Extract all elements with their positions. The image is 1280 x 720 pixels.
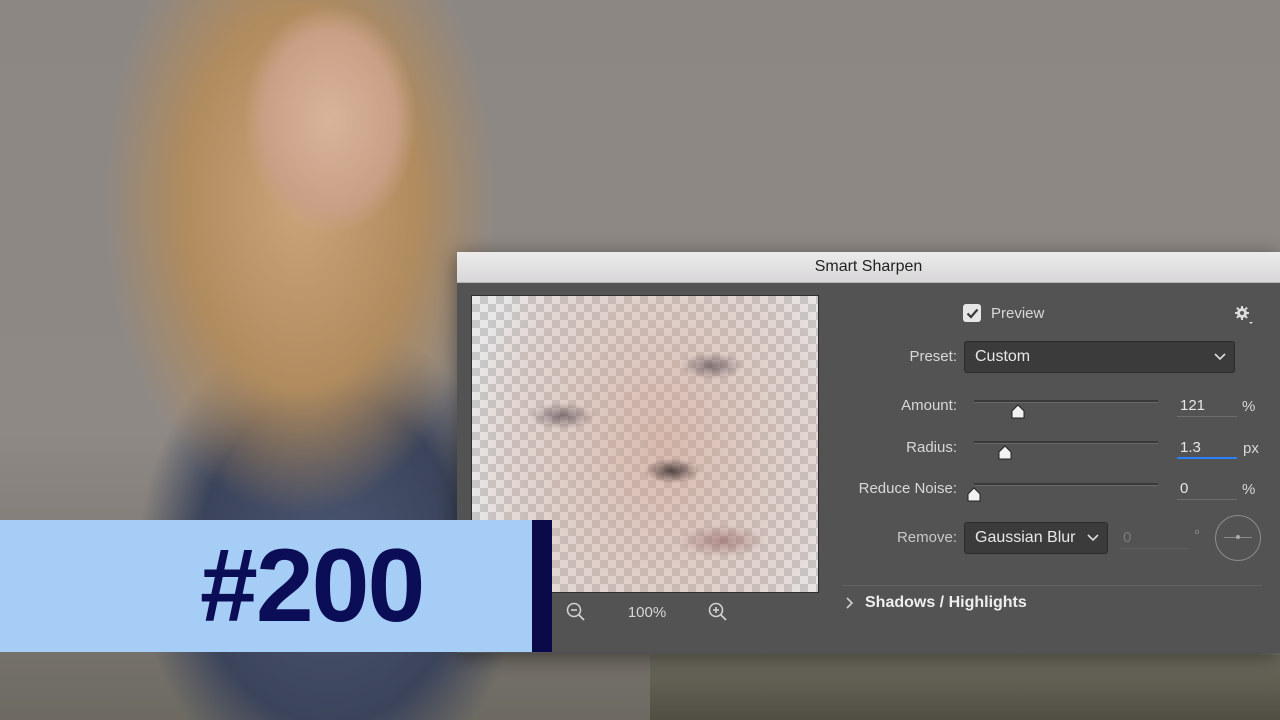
remove-value: Gaussian Blur: [975, 529, 1076, 546]
preview-toggle[interactable]: Preview: [963, 304, 1044, 322]
radius-unit: px: [1243, 440, 1259, 457]
radius-input[interactable]: 1.3: [1177, 437, 1237, 459]
reduce-noise-value: 0: [1180, 480, 1189, 497]
reduce-noise-slider-thumb[interactable]: [966, 487, 982, 502]
radius-row: Radius:: [837, 439, 957, 456]
radius-slider-thumb[interactable]: [997, 445, 1013, 460]
radius-label: Radius:: [906, 439, 957, 456]
remove-label: Remove:: [896, 529, 957, 546]
chevron-right-icon: [846, 597, 854, 609]
reduce-noise-unit: %: [1242, 481, 1256, 498]
chevron-down-icon: [1214, 353, 1226, 361]
radius-slider[interactable]: [974, 441, 1158, 460]
angle-value: 0: [1123, 529, 1132, 546]
angle-dial: [1215, 515, 1261, 561]
zoom-out-icon[interactable]: [565, 601, 587, 623]
preset-label: Preset:: [909, 348, 957, 365]
amount-slider-thumb[interactable]: [1010, 404, 1026, 419]
preset-select[interactable]: Custom: [964, 341, 1235, 373]
preset-row: Preset:: [837, 348, 957, 365]
checkmark-icon: [966, 308, 978, 319]
reduce-noise-slider[interactable]: [967, 483, 1158, 502]
preset-value: Custom: [975, 348, 1031, 365]
chevron-down-icon: [1087, 534, 1099, 542]
episode-badge-bar: [532, 520, 552, 652]
episode-badge: #200: [0, 520, 552, 652]
reduce-noise-input[interactable]: 0: [1177, 478, 1237, 500]
angle-dial-center: [1236, 535, 1240, 539]
reduce-noise-row: Reduce Noise:: [837, 480, 957, 497]
remove-row: Remove:: [837, 529, 957, 546]
smart-sharpen-dialog: Smart Sharpen 100% Preview Preset: Custo…: [457, 252, 1280, 653]
amount-value: 121: [1180, 397, 1206, 414]
section-divider: [842, 585, 1262, 586]
zoom-level: 100%: [627, 603, 667, 621]
amount-row: Amount:: [837, 397, 957, 414]
amount-unit: %: [1242, 398, 1256, 415]
amount-label: Amount:: [901, 397, 957, 414]
reduce-noise-label: Reduce Noise:: [858, 480, 957, 497]
remove-select[interactable]: Gaussian Blur: [964, 522, 1108, 554]
gear-icon[interactable]: [1234, 305, 1254, 325]
angle-input: 0: [1120, 527, 1188, 549]
shadows-highlights-label: Shadows / Highlights: [865, 594, 1027, 611]
amount-input[interactable]: 121: [1177, 395, 1237, 417]
shadows-highlights-toggle[interactable]: Shadows / Highlights: [845, 594, 1027, 612]
zoom-in-icon[interactable]: [707, 601, 729, 623]
preview-checkbox[interactable]: [963, 304, 981, 322]
radius-value: 1.3: [1180, 438, 1201, 456]
angle-unit: °: [1194, 527, 1200, 544]
dialog-title: Smart Sharpen: [814, 258, 923, 275]
background-foliage: [650, 655, 1280, 720]
dialog-titlebar[interactable]: Smart Sharpen: [457, 252, 1280, 283]
episode-number: #200: [200, 528, 425, 644]
amount-slider[interactable]: [974, 400, 1158, 419]
preview-label: Preview: [991, 304, 1045, 322]
